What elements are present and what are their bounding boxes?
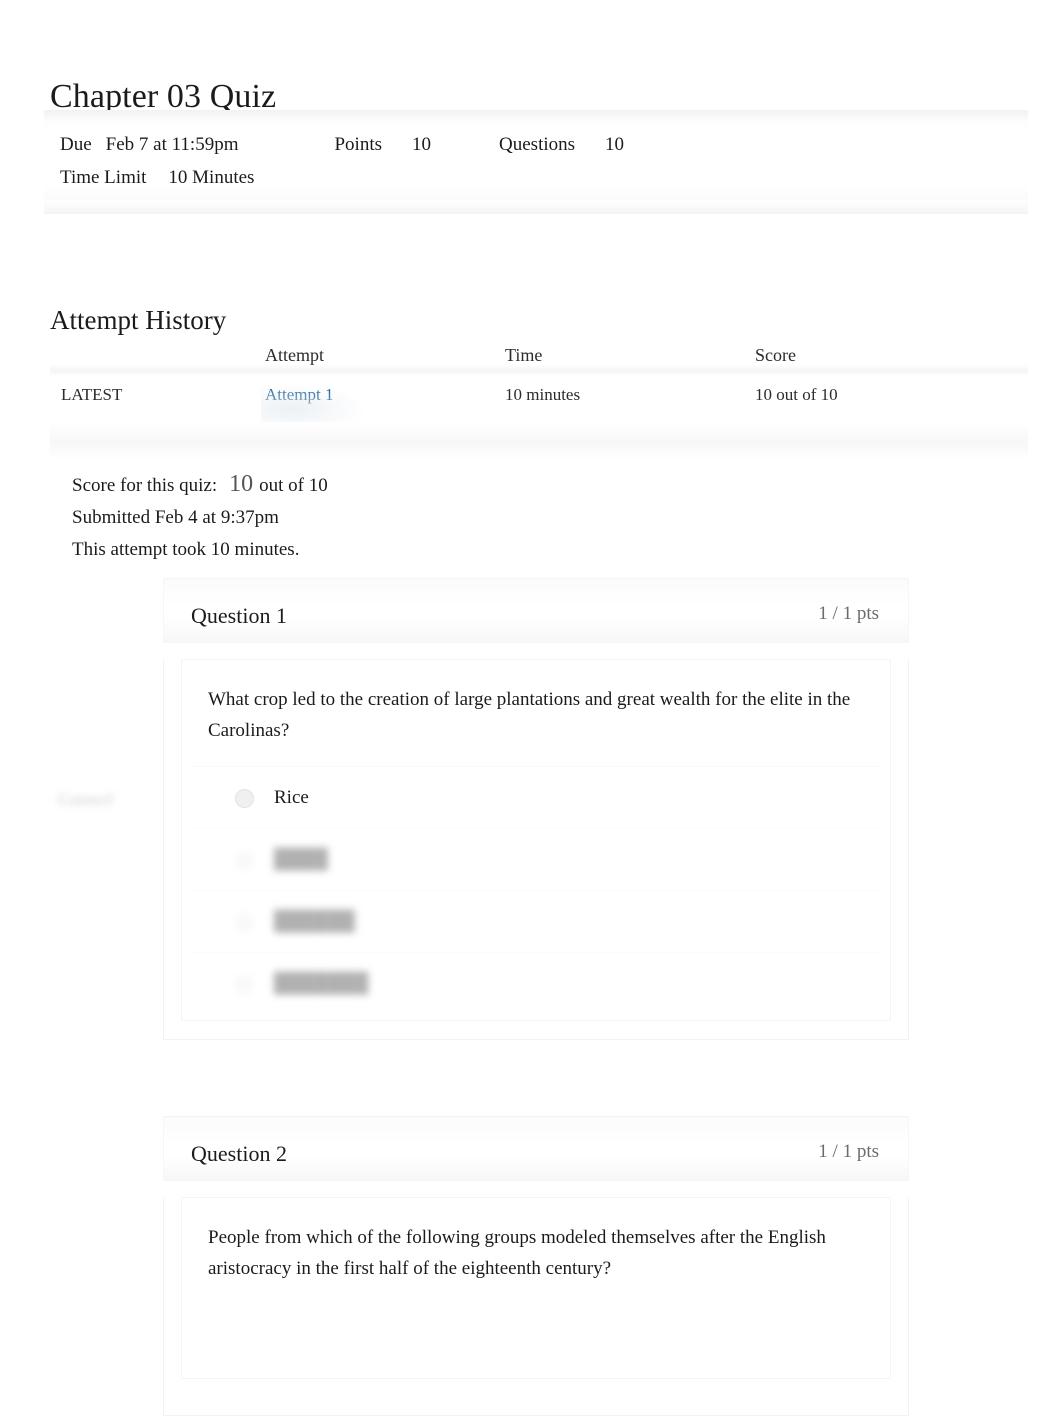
answer-option-2[interactable]: ████ [191, 828, 881, 890]
question-text-1: What crop led to the creation of large p… [208, 689, 851, 741]
due-label: Due [60, 134, 92, 155]
question-card-1: Question 1 1 / 1 pts What crop led to th… [163, 578, 909, 1040]
score-out-of: out of 10 [259, 475, 328, 496]
question-card-2: Question 2 1 / 1 pts People from which o… [163, 1116, 909, 1416]
question-header-2: Question 2 1 / 1 pts [163, 1116, 909, 1181]
column-header-score: Score [755, 345, 796, 365]
table-footer-band [50, 422, 1028, 460]
attempt-time-value: 10 minutes [505, 385, 581, 404]
answer-option-1[interactable]: Rice [191, 766, 881, 828]
radio-icon[interactable] [235, 788, 254, 808]
radio-icon[interactable] [235, 974, 254, 994]
attempt-history-table: Attempt Time Score LATEST Attempt 1 10 m… [50, 338, 1028, 460]
column-header-time: Time [505, 345, 543, 365]
attempt-score-value: 10 out of 10 [755, 385, 838, 404]
table-header-row: Attempt Time Score [50, 338, 1028, 376]
question-title-1: Question 1 [191, 603, 287, 628]
answer-option-label-4: ███████ [274, 972, 369, 994]
score-value: 10 [229, 471, 254, 497]
question-title-2: Question 2 [191, 1141, 287, 1166]
answer-list-1: Rice ████ ██████ ███████ [182, 766, 890, 1020]
attempt-link-cell: Attempt 1 [260, 382, 367, 426]
answer-option-4[interactable]: ███████ [191, 952, 881, 1014]
score-summary: Score for this quiz: 10 out of 10 Submitte… [72, 468, 328, 566]
question-header-1: Question 1 1 / 1 pts [163, 578, 909, 643]
score-label: Score for this quiz: [72, 475, 218, 496]
answer-option-label-2: ████ [274, 848, 328, 870]
time-limit-label: Time Limit [60, 167, 147, 188]
quiz-results-page: Chapter 03 Quiz Due Feb 7 at 11:59pm Point… [0, 0, 1062, 1416]
submitted-line: Submitted Feb 4 at 9:37pm [72, 507, 279, 528]
questions-label: Questions [499, 134, 576, 155]
radio-icon[interactable] [235, 850, 254, 870]
points-label: Points [334, 134, 383, 155]
answer-option-3[interactable]: ██████ [191, 890, 881, 952]
question-body-2: People from which of the following group… [163, 1197, 909, 1416]
attempt-1-link[interactable]: Attempt 1 [265, 385, 333, 404]
duration-line: This attempt took 10 minutes. [72, 539, 300, 560]
attempt-latest-badge: LATEST [61, 385, 123, 404]
time-limit-value: 10 Minutes [168, 167, 255, 188]
questions-value: 10 [605, 134, 625, 155]
radio-icon[interactable] [235, 912, 254, 932]
table-row: LATEST Attempt 1 10 minutes 10 out of 10 [50, 376, 1028, 426]
question-body-1: What crop led to the creation of large p… [163, 659, 909, 1040]
quiz-meta-row-secondary: Time Limit 10 Minutes [60, 165, 254, 191]
answer-option-label-3: ██████ [274, 910, 355, 932]
answer-option-label-1: Rice [274, 786, 309, 808]
due-value: Feb 7 at 11:59pm [105, 134, 239, 155]
column-header-attempt: Attempt [265, 345, 324, 365]
question-points-2: 1 / 1 pts [818, 1141, 879, 1162]
question-points-1: 1 / 1 pts [818, 603, 879, 624]
quiz-meta-row-primary: Due Feb 7 at 11:59pm Points 10 Questions 10 [60, 132, 624, 158]
attempt-history-heading: Attempt History [50, 305, 227, 336]
correct-answer-marker: Correct! [58, 790, 115, 809]
points-value: 10 [412, 134, 432, 155]
score-line: Score for this quiz: 10 out of 10 [72, 468, 328, 502]
question-text-2: People from which of the following group… [208, 1227, 826, 1279]
quiz-meta-band: Due Feb 7 at 11:59pm Points 10 Questions 10 T… [44, 110, 1028, 214]
